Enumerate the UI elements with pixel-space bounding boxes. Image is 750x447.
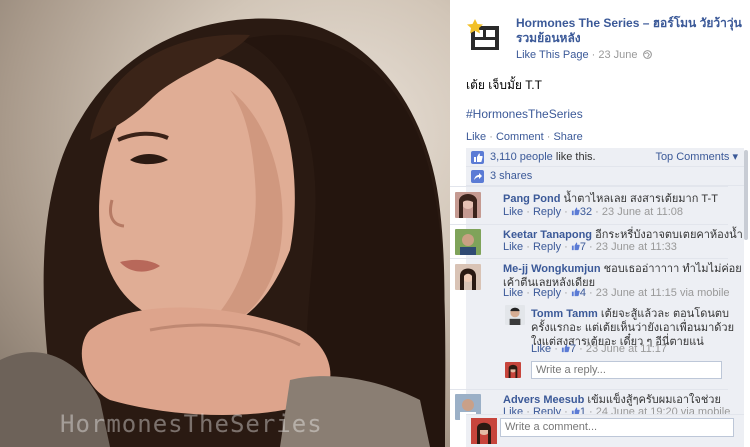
comment-time[interactable]: 23 June at 11:08 [602,206,683,218]
reply-time[interactable]: 23 June at 11:17 [586,343,667,355]
comment-likes-count[interactable]: 7 [580,241,586,253]
comment-likes-count[interactable]: 4 [580,287,586,299]
my-avatar [505,362,521,378]
comment-meta: Like · Reply · 7 · 23 June at 11:33 [503,241,677,253]
shares-count-link[interactable]: 3 shares [490,170,532,182]
reply-likes-count[interactable]: 7 [570,343,576,355]
meta-separator: · [588,49,599,61]
comment-text: Keetar Tanapong อีกระหรี่บังอาจตบเตยคาห้… [503,228,743,242]
comment-text: Pang Pond น้ำตาไหลเลย สงสารเต้ยมาก T-T [503,192,743,206]
action-separator: · [486,131,496,143]
comment-like-link[interactable]: Like [503,241,523,253]
post-actions: Like · Comment · Share [466,131,583,143]
replier-name-link[interactable]: Tomm Tamm [531,308,598,320]
page-name-link[interactable]: Hormones The Series – ฮอร์โมน วัยว้าวุ่น… [516,16,742,46]
portrait-photo [0,18,446,447]
my-avatar [471,418,497,444]
comment-likes-count[interactable]: 32 [580,206,592,218]
hashtag-link[interactable]: #HormonesTheSeries [466,107,583,121]
shares-row: 3 shares [466,167,744,186]
likes-row: 3,110 people like this. Top Comments ▾ [466,148,744,167]
page-logo-icon[interactable] [466,18,502,54]
thumbs-up-icon [561,344,570,353]
comment-body: น้ำตาไหลเลย สงสารเต้ยมาก T-T [563,193,718,205]
comment-like-link[interactable]: Like [503,287,523,299]
commenter-avatar[interactable] [455,192,481,218]
action-separator: · [543,131,554,143]
public-globe-icon [642,50,652,59]
page-meta: Like This Page · 23 June [516,49,652,61]
share-link[interactable]: Share [553,131,582,143]
commenter-avatar[interactable] [455,264,481,290]
like-link[interactable]: Like [466,131,486,143]
write-comment-input[interactable]: Write a comment... [500,418,734,437]
commenter-name-link[interactable]: Keetar Tanapong [503,229,592,241]
thumbs-up-icon [571,288,580,297]
panel-scrollbar[interactable] [744,150,748,240]
comment-reply-link[interactable]: Reply [533,206,561,218]
commenter-avatar[interactable] [455,229,481,255]
share-icon [471,170,484,183]
comment-meta: Like · Reply · 4 · 23 June at 11:15 via … [503,287,730,299]
comment-time[interactable]: 23 June at 11:15 via mobile [596,287,730,299]
page-header: Hormones The Series – ฮอร์โมน วัยว้าวุ่น… [466,16,742,62]
thumbs-up-icon [471,151,484,164]
comment-meta: Like · Reply · 32 · 23 June at 11:08 [503,206,684,218]
comment-like-link[interactable]: Like [503,206,523,218]
photo-viewer[interactable]: HormonesTheSeries [0,0,450,447]
reply-like-link[interactable]: Like [531,343,551,355]
comment-text: Advers Meesub เข้มแข็งสู้ๆครับผมเอาใจช่ว… [503,393,743,407]
post-date[interactable]: 23 June [598,49,637,61]
reply-meta: Like · 7 · 23 June at 11:17 [531,343,668,355]
commenter-name-link[interactable]: Pang Pond [503,193,560,205]
top-comments-dropdown[interactable]: Top Comments ▾ [655,148,738,167]
photo-side-panel: Hormones The Series – ฮอร์โมน วัยว้าวุ่น… [450,0,750,447]
comment-reply-link[interactable]: Reply [533,287,561,299]
thumbs-up-icon [571,207,580,216]
comment-text: Me-jj Wongkumjun ชอบเธออ่าาาาา ทำไมไม่ค่… [503,262,743,290]
like-page-link[interactable]: Like This Page [516,49,589,61]
photo-watermark: HormonesTheSeries [60,410,323,438]
comment-body: เข้มแข็งสู้ๆครับผมเอาใจช่วย [587,394,721,406]
thumbs-up-icon [571,242,580,251]
commenter-name-link[interactable]: Advers Meesub [503,394,584,406]
comment-body: อีกระหรี่บังอาจตบเตยคาห้องน้ำ [595,229,743,241]
reply-avatar[interactable] [505,305,525,325]
comment-link[interactable]: Comment [496,131,544,143]
comment-reply-link[interactable]: Reply [533,241,561,253]
comment-time[interactable]: 23 June at 11:33 [596,241,677,253]
commenter-name-link[interactable]: Me-jj Wongkumjun [503,263,601,275]
likes-count-link[interactable]: 3,110 people [490,151,553,163]
likes-suffix: like this. [552,151,596,163]
reply-input[interactable]: Write a reply... [531,361,722,379]
post-text: เต้ย เจ็บมั้ย T.T [466,78,542,92]
